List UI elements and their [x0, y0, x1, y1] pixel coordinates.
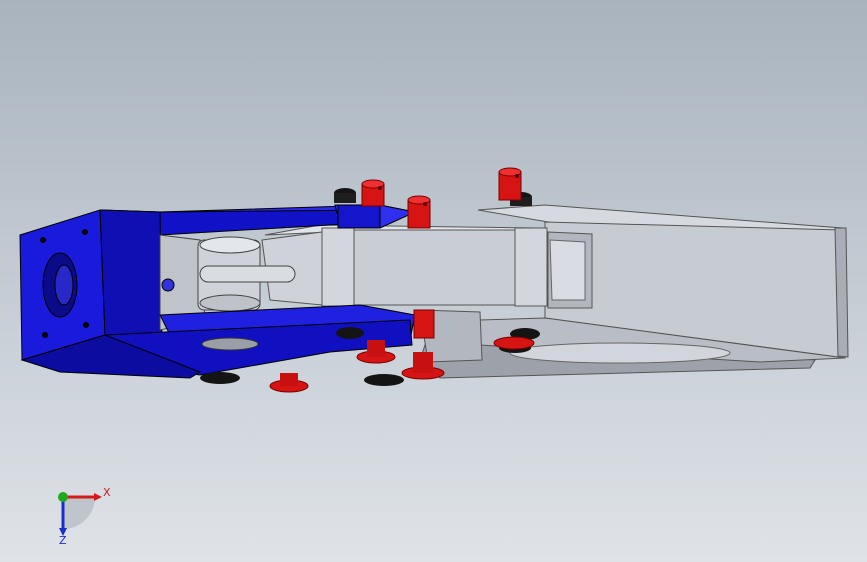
red-pin-head-4 [493, 336, 535, 350]
triad-x-arrow [94, 493, 102, 501]
red-pin-1-hole [378, 186, 382, 190]
black-bushing-6 [364, 374, 404, 386]
black-bushing-3 [336, 327, 364, 339]
gray-link-fork-inner [549, 239, 586, 301]
cad-graphics-viewport[interactable]: X Z [0, 0, 867, 562]
blue-side-plate-front [337, 204, 381, 229]
red-pin-4-shaft [413, 309, 435, 339]
gray-pivot-roller-body [199, 265, 296, 283]
cad-model-view[interactable]: X Z [0, 0, 867, 562]
blue-pivot-hole [161, 278, 175, 292]
gray-pivot-roller-bottom [199, 294, 261, 312]
triad-y-axis-dot [58, 492, 68, 502]
red-pin-2-hole [423, 202, 427, 206]
orientation-triad[interactable]: X Z [58, 486, 111, 547]
blue-end-bore-inner [54, 264, 74, 306]
black-bushing-5 [200, 372, 240, 384]
blue-end-block-side [99, 209, 163, 336]
triad-x-label: X [103, 486, 111, 499]
gray-link-left-hub [321, 227, 355, 307]
blue-bolt-hole-3 [42, 332, 48, 338]
blue-lower-bore [201, 337, 259, 351]
gray-arm-underside-boss [509, 342, 731, 364]
blue-bolt-hole-1 [40, 237, 46, 243]
gray-pivot-roller-top [199, 236, 261, 254]
red-pin-2-cap [407, 195, 431, 205]
blue-bolt-hole-4 [83, 322, 89, 328]
red-pin-head-2-shank [367, 340, 385, 357]
gray-link-front-face [321, 229, 549, 306]
black-bushing-1-body [334, 193, 356, 203]
blue-bolt-hole-2 [82, 229, 88, 235]
red-pin-head-3-shank [413, 352, 433, 373]
gray-link-right-hub [514, 227, 548, 307]
triad-z-label: Z [59, 534, 67, 547]
red-pin-3-hole [515, 174, 519, 178]
triad-shadow-arc [63, 497, 95, 529]
red-pin-head-1-shank [280, 373, 298, 386]
